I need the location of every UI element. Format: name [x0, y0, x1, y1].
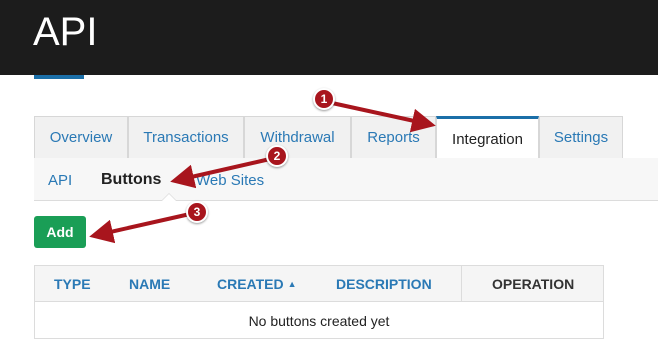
- column-header-type[interactable]: TYPE: [54, 276, 91, 292]
- tab-label: Reports: [367, 129, 420, 146]
- tab-integration[interactable]: Integration: [436, 116, 539, 159]
- column-header-created[interactable]: CREATED ▲: [217, 276, 297, 292]
- subnav-item-web-sites[interactable]: Web Sites: [196, 172, 264, 189]
- tab-label: Withdrawal: [260, 129, 335, 146]
- accent-strip: [34, 75, 84, 79]
- column-header-created-label: CREATED: [217, 276, 284, 292]
- annotation-badge-2: 2: [266, 145, 288, 167]
- annotation-badge-3: 3: [186, 201, 208, 223]
- caret-up-icon: ▲: [287, 279, 297, 289]
- top-bar: API: [0, 0, 658, 75]
- tab-settings[interactable]: Settings: [539, 116, 623, 158]
- subnav-item-buttons[interactable]: Buttons: [101, 171, 161, 189]
- tab-overview[interactable]: Overview: [34, 116, 128, 158]
- tab-transactions[interactable]: Transactions: [128, 116, 244, 158]
- tab-withdrawal[interactable]: Withdrawal: [244, 116, 351, 158]
- tab-reports[interactable]: Reports: [351, 116, 436, 158]
- tab-label: Settings: [553, 129, 609, 146]
- operation-header-cell: OPERATION: [461, 266, 603, 301]
- tab-label: Integration: [452, 130, 523, 148]
- main-tabs: Overview Transactions Withdrawal Reports…: [34, 116, 658, 159]
- buttons-table: TYPE NAME CREATED ▲ DESCRIPTION OPERATION…: [34, 265, 604, 339]
- sub-navigation: API Buttons Web Sites: [34, 158, 658, 201]
- tab-label: Overview: [49, 129, 113, 146]
- column-header-name[interactable]: NAME: [129, 276, 170, 292]
- annotation-badge-1: 1: [313, 88, 335, 110]
- page-title: API: [33, 10, 98, 54]
- tab-label: Transactions: [143, 129, 229, 146]
- subnav-item-api[interactable]: API: [48, 172, 72, 189]
- column-header-description[interactable]: DESCRIPTION: [336, 276, 432, 292]
- add-button[interactable]: Add: [34, 216, 86, 248]
- arrow-icon: [89, 212, 191, 244]
- active-caret: [162, 194, 176, 201]
- column-header-operation: OPERATION: [492, 276, 575, 292]
- empty-table-message: No buttons created yet: [248, 313, 390, 329]
- table-header: TYPE NAME CREATED ▲ DESCRIPTION OPERATION: [35, 266, 603, 302]
